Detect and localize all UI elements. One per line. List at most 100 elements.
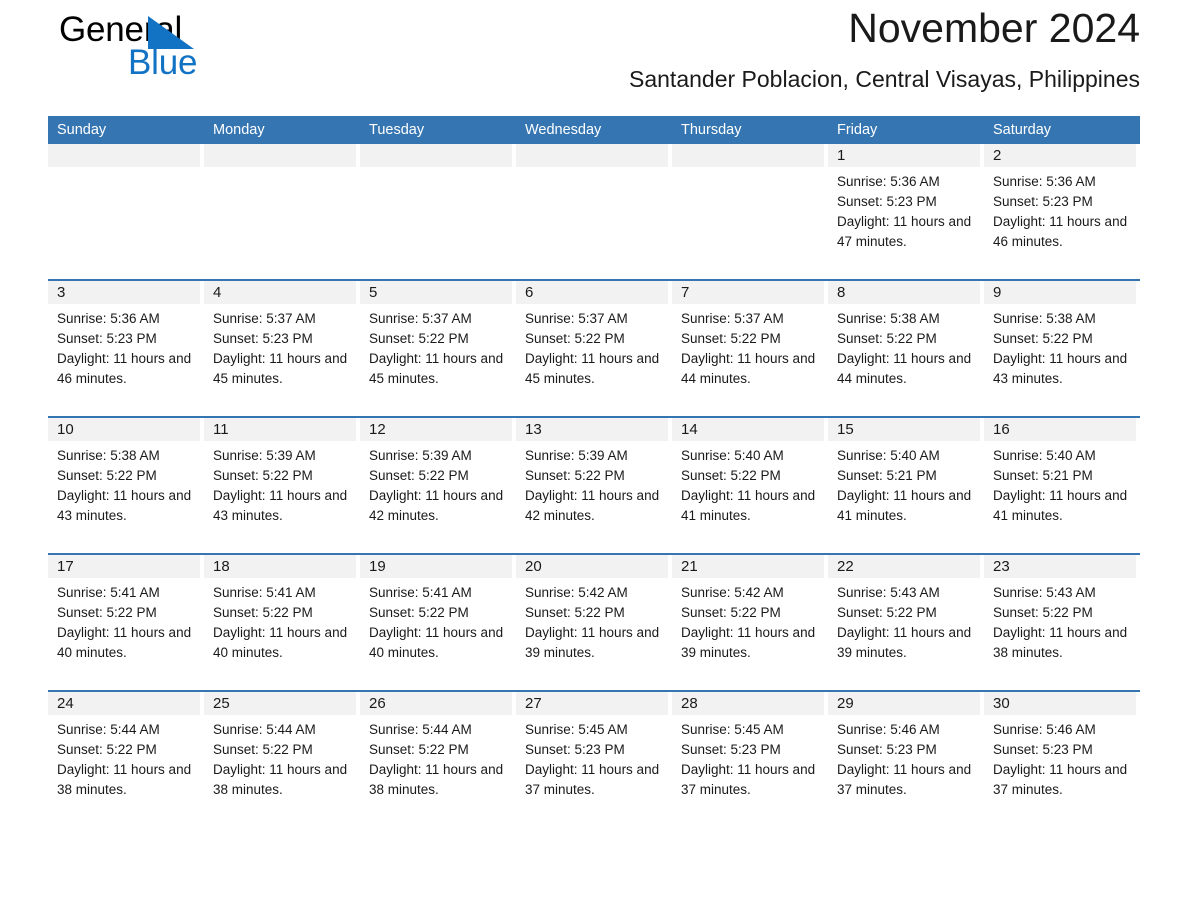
sunrise-text: Sunrise: 5:39 AM — [525, 448, 628, 463]
day-number-band: 1 — [828, 144, 980, 167]
sunset-text: Sunset: 5:22 PM — [213, 605, 313, 620]
calendar-day-cell[interactable]: 29 Sunrise: 5:46 AM Sunset: 5:23 PM Dayligh… — [828, 692, 984, 827]
sunrise-text: Sunrise: 5:42 AM — [525, 585, 628, 600]
day-number-band: 16 — [984, 418, 1136, 441]
sunrise-text: Sunrise: 5:45 AM — [525, 722, 628, 737]
day-number: 18 — [213, 558, 230, 575]
day-number: 21 — [681, 558, 698, 575]
daylight-text: Daylight: 11 hours and 43 minutes. — [57, 488, 192, 523]
sunset-text: Sunset: 5:22 PM — [57, 468, 157, 483]
calendar-week-cells: 1 Sunrise: 5:36 AM Sunset: 5:23 PM Daylight… — [48, 144, 1140, 279]
sunset-text: Sunset: 5:21 PM — [837, 468, 937, 483]
daylight-text: Daylight: 11 hours and 45 minutes. — [369, 351, 504, 386]
sunset-text: Sunset: 5:23 PM — [213, 331, 313, 346]
page-title: November 2024 — [848, 5, 1140, 51]
calendar-day-cell[interactable]: 20 Sunrise: 5:42 AM Sunset: 5:22 PM Dayligh… — [516, 555, 672, 690]
calendar-day-cell[interactable]: 1 Sunrise: 5:36 AM Sunset: 5:23 PM Daylight… — [828, 144, 984, 279]
daylight-text: Daylight: 11 hours and 38 minutes. — [369, 762, 504, 797]
sunset-text: Sunset: 5:22 PM — [525, 331, 625, 346]
calendar-day-cell[interactable]: 10 Sunrise: 5:38 AM Sunset: 5:22 PM Dayligh… — [48, 418, 204, 553]
day-number-band — [672, 144, 824, 167]
sunrise-text: Sunrise: 5:44 AM — [213, 722, 316, 737]
sunrise-text: Sunrise: 5:36 AM — [57, 311, 160, 326]
calendar-day-cell[interactable]: 9 Sunrise: 5:38 AM Sunset: 5:22 PM Daylight… — [984, 281, 1140, 416]
calendar-day-cell[interactable]: 11 Sunrise: 5:39 AM Sunset: 5:22 PM Dayligh… — [204, 418, 360, 553]
day-number: 30 — [993, 695, 1010, 712]
calendar-day-cell[interactable]: 5 Sunrise: 5:37 AM Sunset: 5:22 PM Daylight… — [360, 281, 516, 416]
sunrise-text: Sunrise: 5:39 AM — [369, 448, 472, 463]
sunset-text: Sunset: 5:23 PM — [993, 742, 1093, 757]
calendar-day-cell[interactable]: 8 Sunrise: 5:38 AM Sunset: 5:22 PM Daylight… — [828, 281, 984, 416]
calendar-week-row: 17 Sunrise: 5:41 AM Sunset: 5:22 PM Dayligh… — [48, 553, 1140, 690]
calendar-day-cell[interactable]: 28 Sunrise: 5:45 AM Sunset: 5:23 PM Dayligh… — [672, 692, 828, 827]
generalblue-logo[interactable]: General Blue — [48, 8, 348, 88]
sunset-text: Sunset: 5:22 PM — [837, 331, 937, 346]
day-number: 13 — [525, 421, 542, 438]
weekday-friday: Friday — [837, 122, 878, 138]
calendar-week-cells: 17 Sunrise: 5:41 AM Sunset: 5:22 PM Dayligh… — [48, 555, 1140, 690]
logo-text-blue: Blue — [128, 43, 198, 82]
day-sun-info: Sunrise: 5:44 AM Sunset: 5:22 PM Daylight:… — [360, 715, 516, 800]
day-sun-info: Sunrise: 5:41 AM Sunset: 5:22 PM Daylight:… — [48, 578, 204, 663]
calendar-day-cell[interactable]: 14 Sunrise: 5:40 AM Sunset: 5:22 PM Dayligh… — [672, 418, 828, 553]
day-sun-info: Sunrise: 5:38 AM Sunset: 5:22 PM Daylight:… — [48, 441, 204, 526]
day-sun-info: Sunrise: 5:40 AM Sunset: 5:21 PM Daylight:… — [828, 441, 984, 526]
calendar-page: General Blue November 2024 Santander Pob… — [0, 0, 1188, 918]
sunset-text: Sunset: 5:22 PM — [525, 605, 625, 620]
day-sun-info: Sunrise: 5:36 AM Sunset: 5:23 PM Daylight:… — [48, 304, 204, 389]
calendar-day-cell[interactable]: 17 Sunrise: 5:41 AM Sunset: 5:22 PM Dayligh… — [48, 555, 204, 690]
day-sun-info: Sunrise: 5:41 AM Sunset: 5:22 PM Daylight:… — [204, 578, 360, 663]
calendar-day-cell[interactable]: 2 Sunrise: 5:36 AM Sunset: 5:23 PM Daylight… — [984, 144, 1140, 279]
day-sun-info: Sunrise: 5:41 AM Sunset: 5:22 PM Daylight:… — [360, 578, 516, 663]
sunrise-text: Sunrise: 5:41 AM — [57, 585, 160, 600]
day-sun-info: Sunrise: 5:45 AM Sunset: 5:23 PM Daylight:… — [672, 715, 828, 800]
sunrise-text: Sunrise: 5:44 AM — [57, 722, 160, 737]
calendar-day-cell[interactable]: 16 Sunrise: 5:40 AM Sunset: 5:21 PM Dayligh… — [984, 418, 1140, 553]
day-sun-info: Sunrise: 5:37 AM Sunset: 5:22 PM Daylight:… — [360, 304, 516, 389]
calendar-day-cell[interactable]: 4 Sunrise: 5:37 AM Sunset: 5:23 PM Daylight… — [204, 281, 360, 416]
day-sun-info: Sunrise: 5:44 AM Sunset: 5:22 PM Daylight:… — [48, 715, 204, 800]
calendar-day-cell[interactable]: 7 Sunrise: 5:37 AM Sunset: 5:22 PM Daylight… — [672, 281, 828, 416]
calendar-day-cell[interactable]: 18 Sunrise: 5:41 AM Sunset: 5:22 PM Dayligh… — [204, 555, 360, 690]
day-number: 27 — [525, 695, 542, 712]
sunset-text: Sunset: 5:22 PM — [993, 605, 1093, 620]
daylight-text: Daylight: 11 hours and 43 minutes. — [213, 488, 348, 523]
day-number-band: 24 — [48, 692, 200, 715]
daylight-text: Daylight: 11 hours and 38 minutes. — [213, 762, 348, 797]
day-number-band: 25 — [204, 692, 356, 715]
day-number-band: 12 — [360, 418, 512, 441]
sunrise-text: Sunrise: 5:37 AM — [213, 311, 316, 326]
calendar-week-row: 24 Sunrise: 5:44 AM Sunset: 5:22 PM Dayligh… — [48, 690, 1140, 827]
calendar-day-cell[interactable]: 26 Sunrise: 5:44 AM Sunset: 5:22 PM Dayligh… — [360, 692, 516, 827]
sunset-text: Sunset: 5:22 PM — [993, 331, 1093, 346]
calendar-day-cell[interactable]: 25 Sunrise: 5:44 AM Sunset: 5:22 PM Dayligh… — [204, 692, 360, 827]
sunrise-text: Sunrise: 5:39 AM — [213, 448, 316, 463]
calendar-day-cell[interactable]: 6 Sunrise: 5:37 AM Sunset: 5:22 PM Daylight… — [516, 281, 672, 416]
calendar-day-cell[interactable]: 24 Sunrise: 5:44 AM Sunset: 5:22 PM Dayligh… — [48, 692, 204, 827]
weekday-header-row: Sunday Monday Tuesday Wednesday Thursday… — [48, 116, 1140, 144]
calendar-day-cell[interactable]: 23 Sunrise: 5:43 AM Sunset: 5:22 PM Dayligh… — [984, 555, 1140, 690]
calendar-day-cell[interactable]: 27 Sunrise: 5:45 AM Sunset: 5:23 PM Dayligh… — [516, 692, 672, 827]
sunrise-text: Sunrise: 5:37 AM — [681, 311, 784, 326]
calendar-day-cell[interactable]: 15 Sunrise: 5:40 AM Sunset: 5:21 PM Dayligh… — [828, 418, 984, 553]
sunset-text: Sunset: 5:22 PM — [837, 605, 937, 620]
sunrise-text: Sunrise: 5:37 AM — [369, 311, 472, 326]
day-number: 29 — [837, 695, 854, 712]
day-number-band: 4 — [204, 281, 356, 304]
daylight-text: Daylight: 11 hours and 44 minutes. — [681, 351, 816, 386]
sunrise-text: Sunrise: 5:38 AM — [993, 311, 1096, 326]
day-number: 1 — [837, 147, 846, 164]
weekday-sunday: Sunday — [57, 122, 107, 138]
calendar-day-cell[interactable]: 22 Sunrise: 5:43 AM Sunset: 5:22 PM Dayligh… — [828, 555, 984, 690]
calendar-week-row: 1 Sunrise: 5:36 AM Sunset: 5:23 PM Daylight… — [48, 144, 1140, 279]
calendar-day-cell[interactable]: 30 Sunrise: 5:46 AM Sunset: 5:23 PM Dayligh… — [984, 692, 1140, 827]
sunset-text: Sunset: 5:22 PM — [57, 605, 157, 620]
calendar-day-cell[interactable]: 13 Sunrise: 5:39 AM Sunset: 5:22 PM Dayligh… — [516, 418, 672, 553]
day-number: 5 — [369, 284, 378, 301]
calendar-day-cell[interactable]: 3 Sunrise: 5:36 AM Sunset: 5:23 PM Daylight… — [48, 281, 204, 416]
calendar-day-cell[interactable]: 19 Sunrise: 5:41 AM Sunset: 5:22 PM Dayligh… — [360, 555, 516, 690]
calendar-day-cell[interactable]: 21 Sunrise: 5:42 AM Sunset: 5:22 PM Dayligh… — [672, 555, 828, 690]
daylight-text: Daylight: 11 hours and 46 minutes. — [993, 214, 1128, 249]
day-number: 19 — [369, 558, 386, 575]
calendar-day-cell[interactable]: 12 Sunrise: 5:39 AM Sunset: 5:22 PM Dayligh… — [360, 418, 516, 553]
